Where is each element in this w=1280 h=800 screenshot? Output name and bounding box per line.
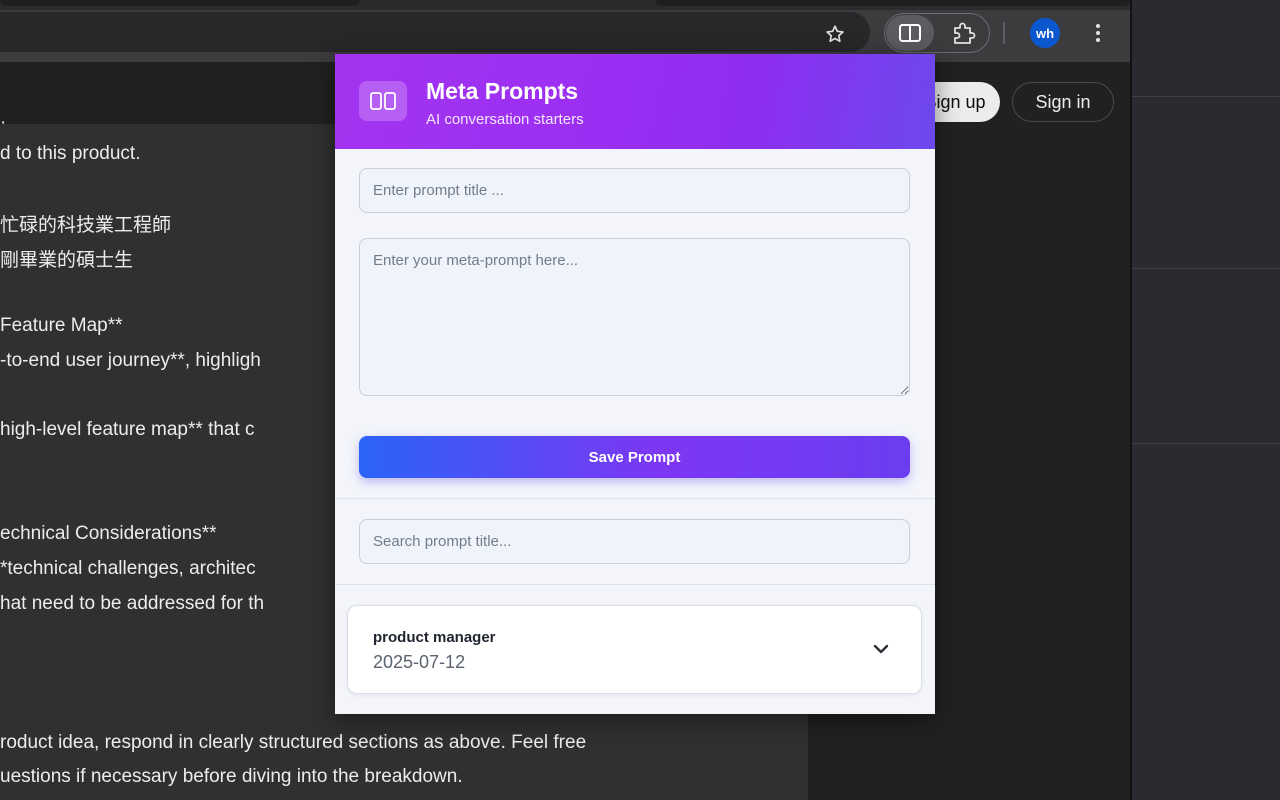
signin-button[interactable]: Sign in xyxy=(1012,82,1114,122)
save-prompt-button[interactable]: Save Prompt xyxy=(359,436,910,478)
doc-line: Feature Map** xyxy=(0,315,123,336)
doc-line: hat need to be addressed for th xyxy=(0,593,265,614)
extension-popup: Meta Prompts AI conversation starters Sa… xyxy=(335,54,935,714)
section-divider xyxy=(335,584,935,585)
window-divider xyxy=(1132,443,1280,444)
doc-line: -to-end user journey**, highligh xyxy=(0,350,261,371)
popup-subtitle: AI conversation starters xyxy=(426,111,584,128)
window-divider xyxy=(1132,268,1280,269)
chevron-down-icon[interactable] xyxy=(870,638,892,660)
doc-line: 剛畢業的碩士生 xyxy=(0,250,134,271)
more-menu-icon[interactable] xyxy=(1086,18,1110,48)
side-panel-icon[interactable] xyxy=(886,15,934,51)
profile-initials: wh xyxy=(1035,25,1055,41)
doc-line: roduct idea, respond in clearly structur… xyxy=(0,732,587,753)
meta-prompt-textarea[interactable] xyxy=(359,238,910,396)
address-bar[interactable] xyxy=(0,12,870,52)
search-input[interactable] xyxy=(359,519,910,564)
star-icon[interactable] xyxy=(818,19,852,49)
doc-line: *technical challenges, architec xyxy=(0,558,256,579)
toolbar-separator xyxy=(1003,22,1005,44)
doc-line: uestions if necessary before diving into… xyxy=(0,766,463,787)
window-divider xyxy=(1132,96,1280,97)
doc-line: echnical Considerations** xyxy=(0,523,217,544)
prompt-item-title: product manager xyxy=(373,629,496,646)
doc-line: 忙碌的科技業工程師 xyxy=(0,215,172,236)
prompt-title-input[interactable] xyxy=(359,168,910,213)
browser-tab[interactable] xyxy=(0,0,360,6)
tab-strip xyxy=(0,0,1130,10)
browser-tab[interactable] xyxy=(655,0,1130,6)
profile-avatar[interactable]: wh xyxy=(1030,18,1060,48)
prompt-item-date: 2025-07-12 xyxy=(373,652,466,672)
doc-line: d to this product. xyxy=(0,143,141,164)
adjacent-window xyxy=(1130,0,1280,800)
doc-line: · xyxy=(0,112,7,133)
book-icon xyxy=(359,81,407,121)
popup-header: Meta Prompts AI conversation starters xyxy=(335,54,935,149)
prompt-list-item[interactable]: product manager 2025-07-12 xyxy=(347,605,922,694)
doc-line: high-level feature map** that c xyxy=(0,419,255,440)
section-divider xyxy=(335,498,935,499)
popup-title: Meta Prompts xyxy=(426,78,579,104)
extensions-puzzle-icon[interactable] xyxy=(946,18,982,48)
